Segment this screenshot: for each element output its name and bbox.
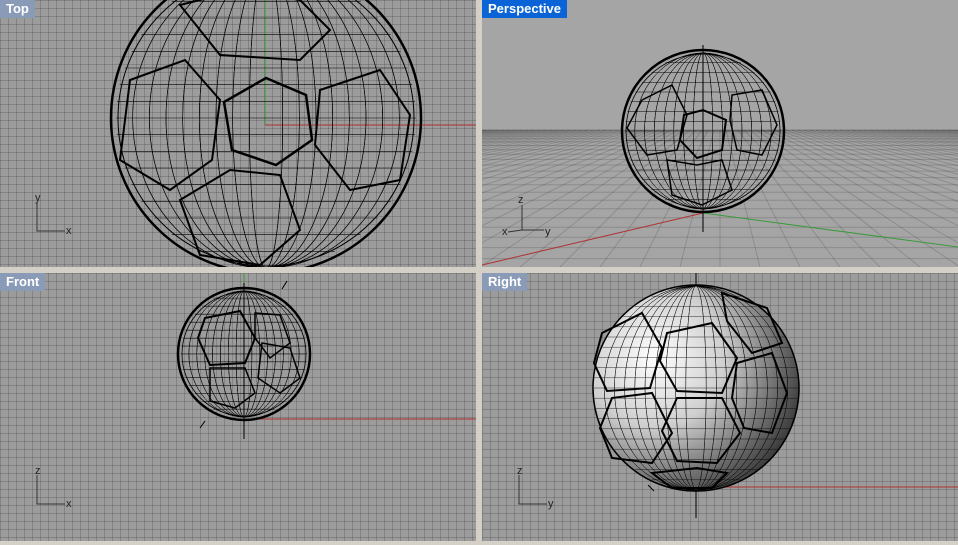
svg-text:y: y [35,192,41,204]
svg-text:x: x [66,225,72,237]
viewport-perspective[interactable]: Perspective x y z [482,0,958,267]
viewport-label-right[interactable]: Right [482,273,528,291]
svg-text:x: x [66,498,72,510]
right-view-canvas: y z [517,273,958,518]
svg-text:z: z [517,465,523,477]
top-axis-indicator: x y [35,192,72,237]
viewport-front[interactable]: Front x z [0,273,476,541]
svg-text:y: y [545,226,551,238]
viewport-label-front[interactable]: Front [0,273,46,291]
svg-text:z: z [35,465,41,477]
svg-text:z: z [518,194,524,206]
viewport-label-perspective[interactable]: Perspective [482,0,567,18]
right-axis-indicator: y z [517,465,554,510]
soccer-ball-wireframe-top [109,0,423,267]
viewport-right[interactable]: Right y z [482,273,958,541]
svg-text:y: y [548,498,554,510]
soccer-ball-shaded-right [592,284,800,492]
perspective-view-canvas: x y z [482,45,958,267]
svg-text:x: x [502,226,508,238]
viewport-label-top[interactable]: Top [0,0,35,18]
top-view-canvas: x y [35,0,476,267]
front-view-canvas: x z [35,273,476,510]
x-axis-line [482,212,704,266]
front-axis-indicator: x z [35,465,72,510]
viewport-top[interactable]: Top x y [0,0,476,267]
